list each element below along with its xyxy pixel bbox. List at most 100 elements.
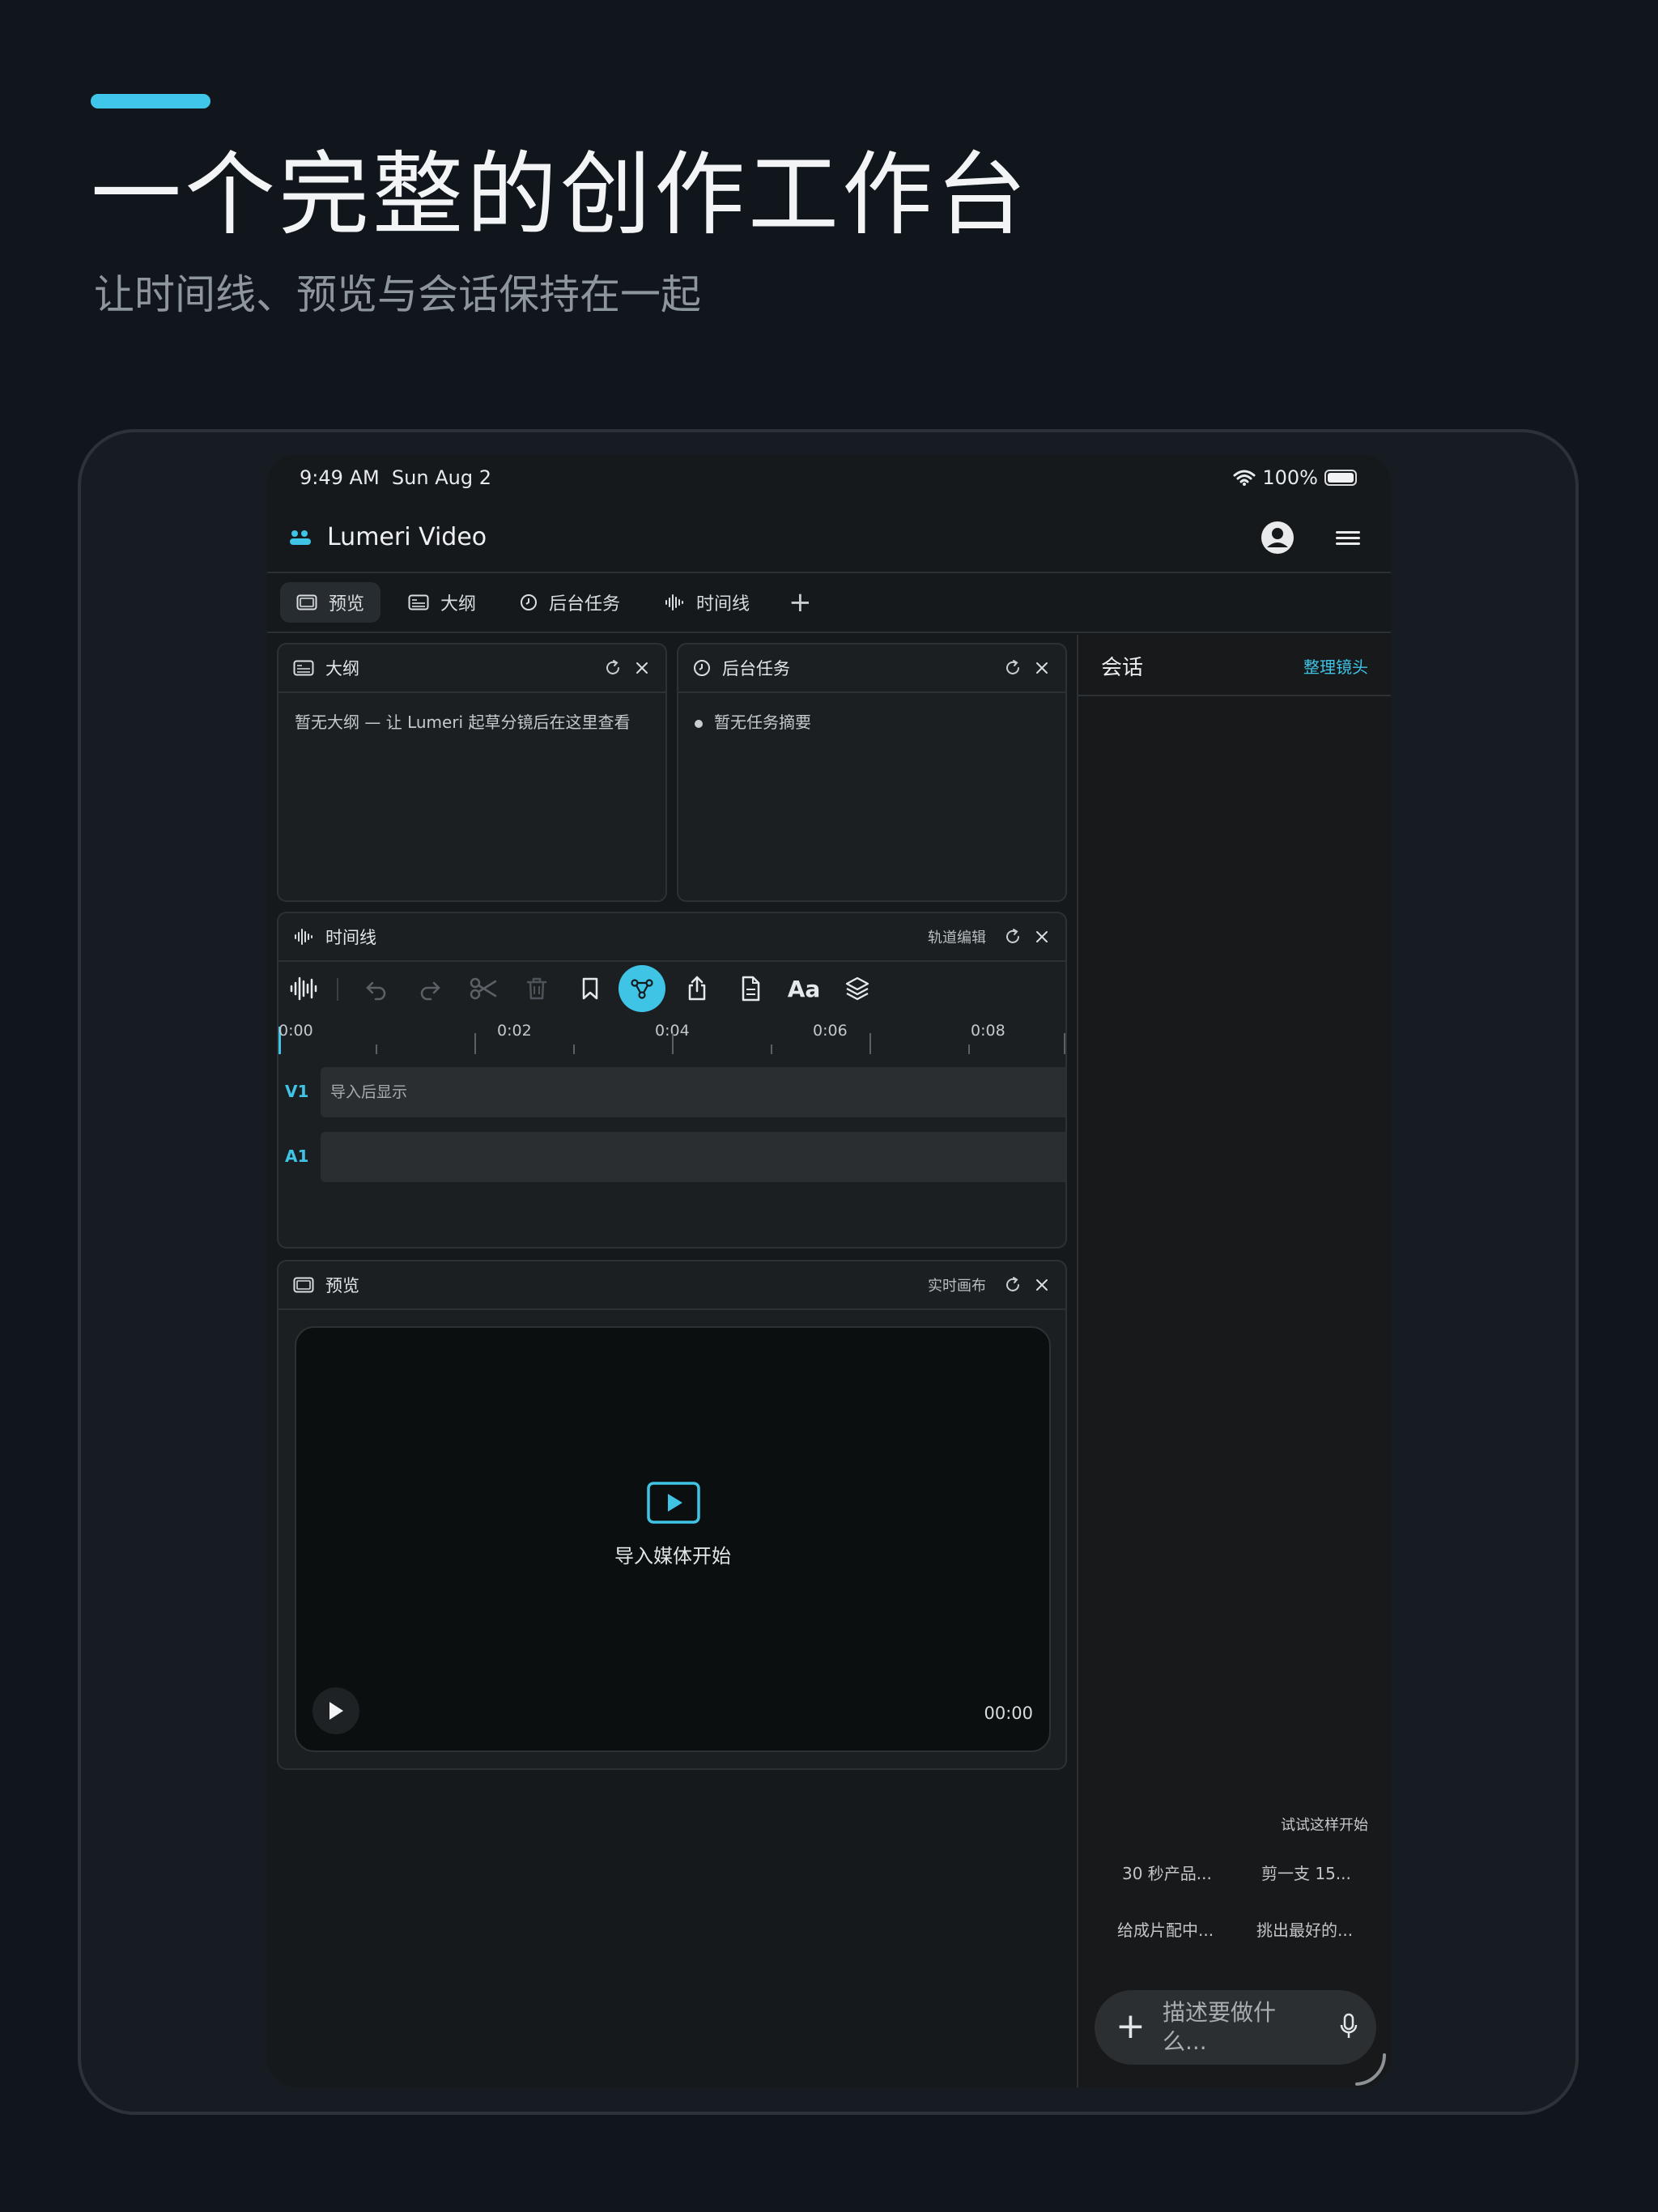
preview-empty-label: 导入媒体开始 (614, 1545, 731, 1568)
ruler-label: 0:08 (971, 1022, 1005, 1040)
timeline-toolbar: Aa (278, 962, 1065, 1015)
track-v1[interactable]: 导入后显示 (321, 1067, 1065, 1117)
hero-accent-bar (91, 94, 210, 108)
status-bar: 9:49 AM Sun Aug 2 100% (267, 455, 1391, 497)
app-actions (1260, 520, 1362, 555)
timeline-ruler: 0:00 0:02 0:04 0:06 0:08 (278, 1019, 1065, 1059)
suggestion-chip[interactable]: 挑出最好的... (1256, 1917, 1353, 1941)
split-button[interactable] (460, 965, 507, 1012)
hero-subtitle: 让时间线、预览与会话保持在一起 (94, 271, 701, 318)
delete-button[interactable] (513, 965, 560, 1012)
bookmark-button[interactable] (567, 965, 614, 1012)
wifi-icon (1233, 470, 1256, 486)
layers-button[interactable] (834, 965, 881, 1012)
nodes-icon (631, 979, 653, 999)
tab-bar: 预览 大纲 后台任务 时间线 + (267, 573, 1391, 633)
close-icon[interactable] (1033, 659, 1051, 677)
waveform-icon (290, 976, 317, 1001)
bullet-icon (695, 719, 703, 728)
clock-icon (694, 660, 710, 676)
status-right: 100% (1233, 466, 1357, 489)
tasks-panel-title: 后台任务 (722, 659, 790, 678)
toolbar-separator (337, 978, 338, 1001)
microphone-icon[interactable] (1339, 2013, 1358, 2040)
organize-shots-button[interactable]: 整理镜头 (1303, 654, 1368, 678)
timeline-panel-header: 时间线 轨道编辑 (278, 913, 1065, 962)
close-icon[interactable] (1033, 1276, 1051, 1294)
outline-panel-title: 大纲 (325, 659, 359, 678)
outline-icon (408, 594, 429, 610)
ruler-tick (1064, 1033, 1065, 1054)
tab-outline[interactable]: 大纲 (392, 582, 492, 623)
battery-icon (1324, 470, 1357, 486)
redo-button[interactable] (406, 965, 453, 1012)
share-button[interactable] (674, 965, 721, 1012)
account-icon[interactable] (1260, 520, 1295, 555)
suggestion-chip[interactable]: 给成片配中... (1117, 1917, 1214, 1941)
share-icon (688, 976, 706, 1001)
media-placeholder-icon (647, 1482, 700, 1524)
trash-icon (526, 977, 547, 1000)
attach-button[interactable]: + (1116, 2006, 1146, 2047)
suggestion-chip[interactable]: 30 秒产品... (1122, 1861, 1212, 1884)
chat-input[interactable]: 描述要做什么... (1163, 1998, 1276, 2057)
ruler-tick (474, 1033, 476, 1054)
ruler-tick (672, 1033, 674, 1054)
audio-waveform-tool[interactable] (280, 965, 327, 1012)
timeline-mode-label: 轨道编辑 (928, 929, 986, 946)
hero-title: 一个完整的创作工作台 (91, 143, 1030, 248)
device-screen: 9:49 AM Sun Aug 2 100% Lumeri Video 预览 大… (267, 455, 1391, 2087)
app-bar: Lumeri Video (267, 507, 1391, 573)
suggestions-label: 试试这样开始 (1281, 1817, 1368, 1834)
track-label-v1: V1 (285, 1082, 309, 1101)
chat-header: 会话 整理镜头 (1078, 635, 1391, 696)
ruler-tick (376, 1044, 377, 1054)
suggestion-chip[interactable]: 剪一支 15... (1261, 1861, 1351, 1884)
refresh-icon[interactable] (1004, 928, 1022, 946)
preview-canvas[interactable]: 导入媒体开始 00:00 (295, 1326, 1051, 1752)
tab-tasks[interactable]: 后台任务 (504, 582, 636, 623)
tasks-panel-header: 后台任务 (678, 644, 1065, 693)
preview-mode-label: 实时画布 (928, 1278, 986, 1295)
tab-timeline[interactable]: 时间线 (648, 582, 766, 623)
undo-icon (366, 981, 386, 1001)
preview-panel: 预览 实时画布 导入媒体开始 00:00 (277, 1260, 1067, 1770)
ruler-tick (869, 1033, 871, 1054)
play-button[interactable] (312, 1687, 359, 1734)
waveform-icon (295, 929, 312, 945)
refresh-icon[interactable] (1004, 659, 1022, 677)
nodes-button[interactable] (619, 965, 665, 1012)
track-label-a1: A1 (285, 1146, 309, 1166)
close-icon[interactable] (633, 659, 651, 677)
resize-handle-icon[interactable] (1352, 2052, 1388, 2087)
layers-icon (845, 976, 869, 1001)
track-a1[interactable] (321, 1132, 1065, 1182)
preview-icon (296, 594, 317, 610)
document-button[interactable] (727, 965, 774, 1012)
ruler-label: 0:00 (278, 1022, 313, 1040)
waveform-icon (665, 594, 684, 610)
text-tool-button[interactable]: Aa (780, 965, 827, 1012)
redo-icon (420, 981, 440, 1001)
preview-panel-header: 预览 实时画布 (278, 1261, 1065, 1310)
tab-preview[interactable]: 预览 (280, 582, 381, 623)
preview-icon (293, 1277, 314, 1293)
ruler-label: 0:06 (813, 1022, 848, 1040)
ruler-tick (771, 1044, 772, 1054)
bookmark-icon (582, 977, 598, 1000)
close-icon[interactable] (1033, 928, 1051, 946)
add-tab-button[interactable]: + (777, 582, 823, 623)
ruler-tick (573, 1044, 575, 1054)
app-title: Lumeri Video (327, 523, 487, 551)
status-time: 9:49 AM Sun Aug 2 (300, 466, 491, 489)
refresh-icon[interactable] (604, 659, 622, 677)
undo-button[interactable] (353, 965, 400, 1012)
chat-composer: + 描述要做什么... (1095, 1990, 1376, 2065)
outline-panel: 大纲 暂无大纲 — 让 Lumeri 起草分镜后在这里查看 (277, 643, 667, 902)
refresh-icon[interactable] (1004, 1276, 1022, 1294)
tasks-panel: 后台任务 暂无任务摘要 (677, 643, 1067, 902)
clock-icon (521, 594, 538, 610)
menu-icon[interactable] (1334, 520, 1362, 555)
preview-timecode: 00:00 (984, 1704, 1033, 1723)
ruler-label: 0:02 (497, 1022, 532, 1040)
